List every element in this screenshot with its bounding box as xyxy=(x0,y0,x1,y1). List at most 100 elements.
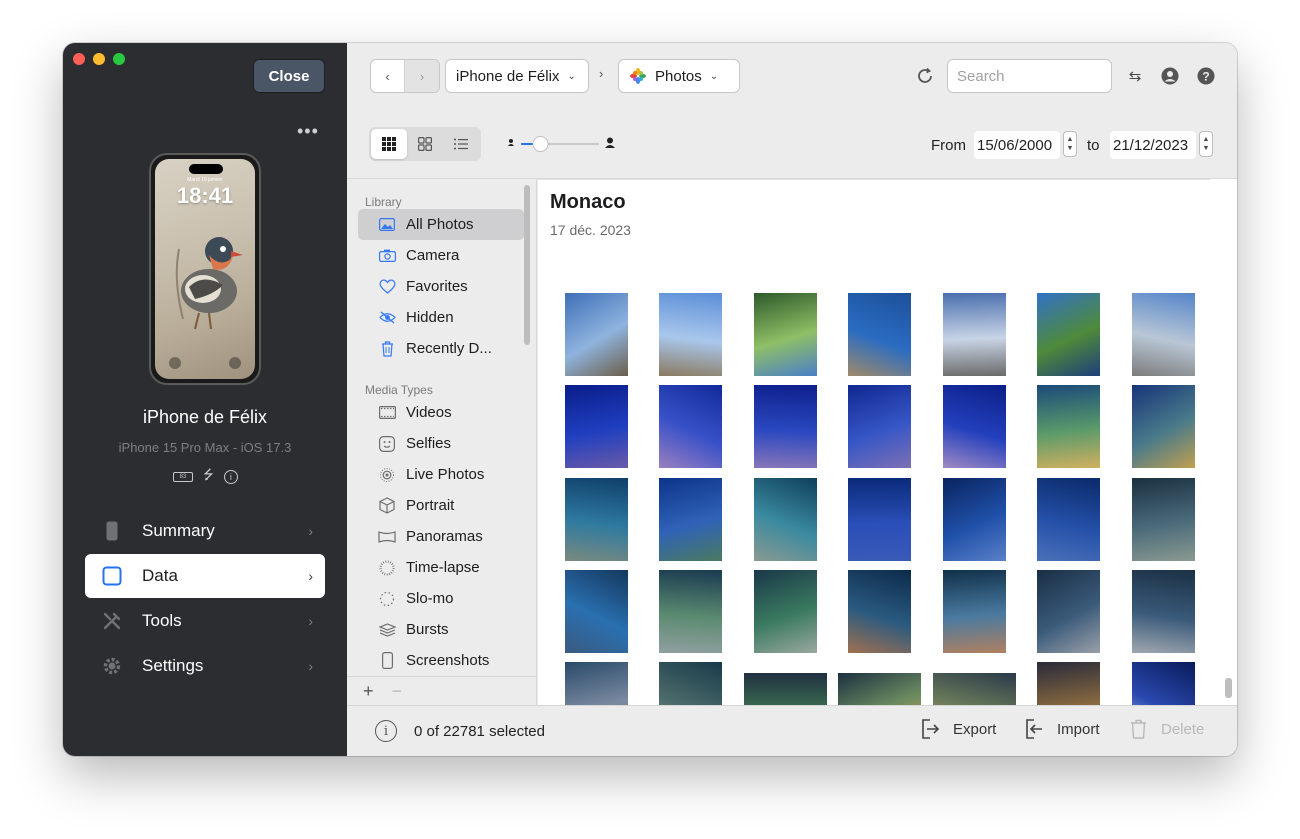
import-icon xyxy=(1023,718,1045,740)
photo-thumbnail[interactable] xyxy=(1132,478,1195,561)
more-options-icon[interactable]: ••• xyxy=(297,121,319,142)
photo-thumbnail[interactable] xyxy=(848,293,911,376)
photo-thumbnail[interactable] xyxy=(754,385,817,468)
minimize-window-button[interactable] xyxy=(93,53,105,65)
sidebar-item-hidden[interactable]: Hidden xyxy=(358,302,524,333)
transfer-icon[interactable]: ⇆ xyxy=(1124,65,1146,87)
photo-thumbnail[interactable] xyxy=(943,478,1006,561)
photo-thumbnail[interactable] xyxy=(848,385,911,468)
sidebar-item-slo-mo[interactable]: Slo-mo xyxy=(358,583,524,614)
photo-thumbnail[interactable] xyxy=(1037,385,1100,468)
sidebar-item-panoramas[interactable]: Panoramas xyxy=(358,521,524,552)
forward-button[interactable]: › xyxy=(405,60,439,92)
photo-thumbnail[interactable] xyxy=(1132,662,1195,705)
sidebar-item-all-photos[interactable]: All Photos xyxy=(358,209,524,240)
back-button[interactable]: ‹ xyxy=(371,60,405,92)
photo-thumbnail[interactable] xyxy=(1132,293,1195,376)
to-date-stepper[interactable]: ▲ ▼ xyxy=(1199,131,1213,157)
dynamic-island xyxy=(189,164,223,174)
breadcrumb-separator-icon: › xyxy=(599,66,604,81)
photo-thumbnail[interactable] xyxy=(565,662,628,705)
photo-thumbnail[interactable] xyxy=(1037,570,1100,653)
from-date-field[interactable]: 15/06/2000 xyxy=(974,131,1060,159)
export-button[interactable]: Export xyxy=(919,718,996,740)
tools-icon xyxy=(101,610,123,632)
photo-thumbnail[interactable] xyxy=(943,293,1006,376)
device-selector[interactable]: iPhone de Félix ⌄ xyxy=(445,59,589,93)
photo-thumbnail[interactable] xyxy=(659,293,722,376)
thumbnail-size-slider[interactable] xyxy=(507,135,617,153)
photo-thumbnail[interactable] xyxy=(754,293,817,376)
photo-thumbnail[interactable] xyxy=(933,673,1016,705)
info-icon[interactable]: i xyxy=(375,720,397,742)
photo-thumbnail[interactable] xyxy=(659,478,722,561)
nav-item-summary[interactable]: Summary › xyxy=(85,509,325,553)
sidebar-item-recently-deleted[interactable]: Recently D... xyxy=(358,333,524,364)
add-icon[interactable]: + xyxy=(363,681,374,702)
photo-thumbnail[interactable] xyxy=(943,385,1006,468)
sidebar-item-label: Time-lapse xyxy=(406,559,480,576)
timelapse-icon xyxy=(378,559,396,576)
sidebar-item-portrait[interactable]: Portrait xyxy=(358,490,524,521)
photo-thumbnail[interactable] xyxy=(754,478,817,561)
list-view-icon[interactable] xyxy=(443,129,479,159)
slomo-icon xyxy=(378,591,396,607)
photo-thumbnail[interactable] xyxy=(565,570,628,653)
sidebar-item-camera[interactable]: Camera xyxy=(358,240,524,271)
device-panel: Close ••• Mardi 19 janvier 18:41 iPhone … xyxy=(63,43,347,756)
photo-thumbnail[interactable] xyxy=(659,662,722,705)
to-date-field[interactable]: 21/12/2023 xyxy=(1110,131,1196,159)
app-selector[interactable]: Photos ⌄ xyxy=(618,59,740,93)
nav-item-settings[interactable]: Settings › xyxy=(85,644,325,688)
photo-thumbnail[interactable] xyxy=(848,478,911,561)
photo-thumbnail[interactable] xyxy=(1037,293,1100,376)
section-header: Library xyxy=(365,195,402,209)
help-icon[interactable]: ? xyxy=(1195,65,1217,87)
grid-large-view-icon[interactable] xyxy=(407,129,443,159)
sidebar-item-live-photos[interactable]: Live Photos xyxy=(358,459,524,490)
photo-thumbnail[interactable] xyxy=(943,570,1006,653)
sidebar-item-screenshots[interactable]: Screenshots xyxy=(358,645,524,676)
close-window-button[interactable] xyxy=(73,53,85,65)
sidebar-item-favorites[interactable]: Favorites xyxy=(358,271,524,302)
photo-thumbnail[interactable] xyxy=(565,478,628,561)
search-input[interactable]: Search xyxy=(947,59,1112,93)
sidebar-item-bursts[interactable]: Bursts xyxy=(358,614,524,645)
from-date-stepper[interactable]: ▲ ▼ xyxy=(1063,131,1077,157)
account-icon[interactable] xyxy=(1159,65,1181,87)
grid-scrollbar[interactable] xyxy=(1225,678,1232,698)
close-button[interactable]: Close xyxy=(253,59,325,93)
photo-thumbnail[interactable] xyxy=(659,570,722,653)
info-icon[interactable]: i xyxy=(223,470,238,484)
photo-thumbnail[interactable] xyxy=(1132,570,1195,653)
nav-item-label: Settings xyxy=(142,656,204,675)
photo-thumbnail[interactable] xyxy=(848,570,911,653)
photo-thumbnail[interactable] xyxy=(754,570,817,653)
zoom-window-button[interactable] xyxy=(113,53,125,65)
photo-thumbnail[interactable] xyxy=(565,385,628,468)
import-button[interactable]: Import xyxy=(1023,718,1100,740)
eye-slash-icon xyxy=(378,311,396,324)
photo-thumbnail[interactable] xyxy=(1037,662,1100,705)
album-date: 17 déc. 2023 xyxy=(550,222,631,238)
nav-item-data[interactable]: Data › xyxy=(85,554,325,598)
remove-icon[interactable]: − xyxy=(392,681,403,702)
photo-thumbnail[interactable] xyxy=(1132,385,1195,468)
photo-thumbnail[interactable] xyxy=(838,673,921,705)
sidebar-item-selfies[interactable]: Selfies xyxy=(358,428,524,459)
delete-button[interactable]: Delete xyxy=(1127,718,1204,740)
photo-thumbnail[interactable] xyxy=(659,385,722,468)
sidebar-item-videos[interactable]: Videos xyxy=(358,397,524,428)
photo-thumbnail[interactable] xyxy=(1037,478,1100,561)
nav-item-tools[interactable]: Tools › xyxy=(85,599,325,643)
sidebar-item-time-lapse[interactable]: Time-lapse xyxy=(358,552,524,583)
app-selector-label: Photos xyxy=(655,67,702,85)
nav-item-label: Data xyxy=(142,566,178,585)
photo-thumbnail[interactable] xyxy=(744,673,827,705)
photo-thumbnail[interactable] xyxy=(565,293,628,376)
export-icon xyxy=(919,718,941,740)
stack-icon xyxy=(378,622,396,637)
grid-small-view-icon[interactable] xyxy=(371,129,407,159)
sidebar-scrollbar[interactable] xyxy=(524,185,530,345)
refresh-icon[interactable] xyxy=(914,65,936,87)
